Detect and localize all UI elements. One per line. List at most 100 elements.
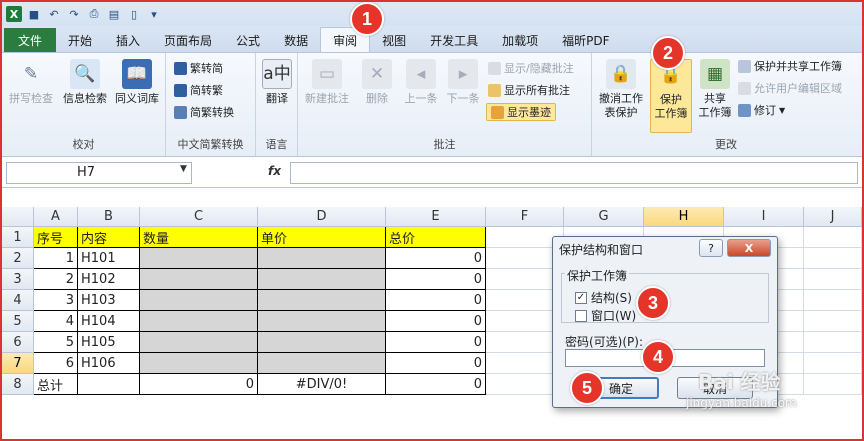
simple-to-trad-button[interactable]: 简转繁: [174, 81, 223, 99]
cell-b3[interactable]: H102: [78, 269, 140, 290]
tab-foxit-pdf[interactable]: 福昕PDF: [550, 28, 621, 52]
cell-c2[interactable]: [140, 248, 258, 269]
cell-d6[interactable]: [258, 332, 386, 353]
cell-a6[interactable]: 5: [34, 332, 78, 353]
cell-j1[interactable]: [804, 227, 862, 248]
cell-a5[interactable]: 4: [34, 311, 78, 332]
protect-workbook-button[interactable]: 🔒 保护 工作簿: [650, 59, 692, 133]
form-icon[interactable]: ▤: [106, 6, 122, 22]
cell-a2[interactable]: 1: [34, 248, 78, 269]
row-header-3[interactable]: 3: [2, 269, 34, 290]
cell-j7[interactable]: [804, 353, 862, 374]
cell-a4[interactable]: 3: [34, 290, 78, 311]
column-header-d[interactable]: D: [258, 207, 386, 227]
tab-insert[interactable]: 插入: [104, 28, 152, 52]
column-header-c[interactable]: C: [140, 207, 258, 227]
new-doc-icon[interactable]: ▯: [126, 6, 142, 22]
column-header-e[interactable]: E: [386, 207, 486, 227]
insert-function-icon[interactable]: fx: [268, 164, 281, 178]
allow-edit-ranges-button[interactable]: 允许用户编辑区域: [738, 79, 842, 97]
help-button[interactable]: ?: [699, 239, 723, 257]
cell-b1[interactable]: 内容: [78, 227, 140, 248]
tab-addins[interactable]: 加载项: [490, 28, 550, 52]
cell-d3[interactable]: [258, 269, 386, 290]
tab-data[interactable]: 数据: [272, 28, 320, 52]
cell-a1[interactable]: 序号: [34, 227, 78, 248]
cell-b4[interactable]: H103: [78, 290, 140, 311]
cell-d8[interactable]: #DIV/0!: [258, 374, 386, 395]
research-button[interactable]: 🔍 信息检索: [58, 59, 112, 106]
trad-to-simple-button[interactable]: 繁转简: [174, 59, 223, 77]
tab-page-layout[interactable]: 页面布局: [152, 28, 224, 52]
column-header-g[interactable]: G: [564, 207, 644, 227]
name-box-dropdown-icon[interactable]: ▼: [180, 164, 187, 174]
cell-c4[interactable]: [140, 290, 258, 311]
structure-checkbox[interactable]: ✓ 结构(S): [575, 289, 632, 306]
cell-e8[interactable]: 0: [386, 374, 486, 395]
customize-icon[interactable]: ▾: [146, 6, 162, 22]
cell-b8[interactable]: [78, 374, 140, 395]
column-header-b[interactable]: B: [78, 207, 140, 227]
window-checkbox[interactable]: 窗口(W): [575, 307, 636, 324]
close-button[interactable]: X: [727, 239, 771, 257]
column-header-h[interactable]: H: [644, 207, 724, 227]
spell-check-button[interactable]: ✎ 拼写检查: [4, 59, 58, 106]
cell-c6[interactable]: [140, 332, 258, 353]
cell-c5[interactable]: [140, 311, 258, 332]
tab-developer[interactable]: 开发工具: [418, 28, 490, 52]
cell-d5[interactable]: [258, 311, 386, 332]
cell-b2[interactable]: H101: [78, 248, 140, 269]
translate-button[interactable]: a中 翻译: [250, 59, 304, 106]
row-header-7[interactable]: 7: [2, 353, 34, 374]
cell-e6[interactable]: 0: [386, 332, 486, 353]
cell-c7[interactable]: [140, 353, 258, 374]
column-header-a[interactable]: A: [34, 207, 78, 227]
cell-j8[interactable]: [804, 374, 862, 395]
share-workbook-button[interactable]: ▦ 共享 工作簿: [688, 59, 742, 120]
column-header-f[interactable]: F: [486, 207, 564, 227]
row-header-2[interactable]: 2: [2, 248, 34, 269]
cell-c1[interactable]: 数量: [140, 227, 258, 248]
select-all-corner[interactable]: [2, 207, 34, 227]
cell-d7[interactable]: [258, 353, 386, 374]
cell-c8[interactable]: 0: [140, 374, 258, 395]
cell-b7[interactable]: H106: [78, 353, 140, 374]
name-box[interactable]: H7: [6, 162, 192, 184]
row-header-4[interactable]: 4: [2, 290, 34, 311]
column-header-i[interactable]: I: [724, 207, 804, 227]
show-hide-comment-button[interactable]: 显示/隐藏批注: [488, 59, 574, 77]
new-comment-button[interactable]: ▭ 新建批注: [300, 59, 354, 106]
cell-j5[interactable]: [804, 311, 862, 332]
cell-e7[interactable]: 0: [386, 353, 486, 374]
unprotect-sheet-button[interactable]: 🔒 撤消工作 表保护: [594, 59, 648, 120]
cell-d2[interactable]: [258, 248, 386, 269]
redo-icon[interactable]: ↷: [66, 6, 82, 22]
cell-d1[interactable]: 单价: [258, 227, 386, 248]
cell-j3[interactable]: [804, 269, 862, 290]
row-header-6[interactable]: 6: [2, 332, 34, 353]
cell-a8[interactable]: 总计: [34, 374, 78, 395]
show-ink-button[interactable]: 显示墨迹: [486, 103, 556, 121]
cell-e5[interactable]: 0: [386, 311, 486, 332]
protect-share-button[interactable]: 保护并共享工作簿: [738, 57, 842, 75]
save-icon[interactable]: ■: [26, 6, 42, 22]
row-header-1[interactable]: 1: [2, 227, 34, 248]
cell-b6[interactable]: H105: [78, 332, 140, 353]
track-changes-button[interactable]: 修订 ▼: [738, 101, 785, 119]
cell-e2[interactable]: 0: [386, 248, 486, 269]
cell-a3[interactable]: 2: [34, 269, 78, 290]
cell-j2[interactable]: [804, 248, 862, 269]
cell-a7[interactable]: 6: [34, 353, 78, 374]
next-comment-button[interactable]: ▸ 下一条: [436, 59, 490, 106]
chinese-convert-button[interactable]: 简繁转换: [174, 103, 234, 121]
formula-input[interactable]: [290, 162, 858, 184]
cell-j4[interactable]: [804, 290, 862, 311]
cell-j6[interactable]: [804, 332, 862, 353]
thesaurus-button[interactable]: 📖 同义词库: [110, 59, 164, 106]
cell-e4[interactable]: 0: [386, 290, 486, 311]
tab-home[interactable]: 开始: [56, 28, 104, 52]
cell-e1[interactable]: 总价: [386, 227, 486, 248]
row-header-5[interactable]: 5: [2, 311, 34, 332]
print-icon[interactable]: ⎙: [86, 6, 102, 22]
undo-icon[interactable]: ↶: [46, 6, 62, 22]
